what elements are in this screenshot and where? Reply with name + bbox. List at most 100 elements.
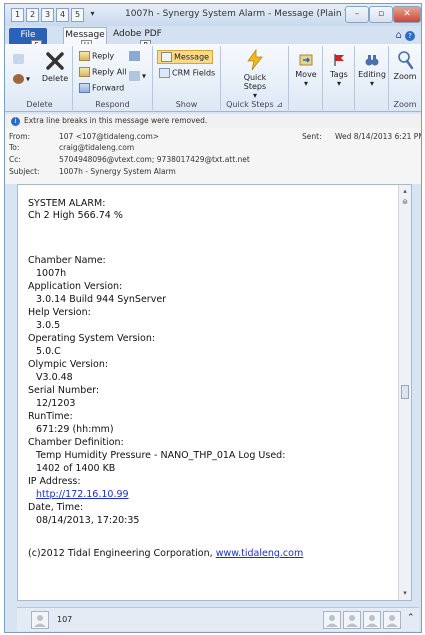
minimize-icon: –	[354, 9, 360, 19]
help-version-value: 3.0.5	[36, 320, 61, 331]
vertical-scrollbar[interactable]: ▴ ⊜ ▾	[398, 185, 411, 600]
meeting-button[interactable]	[129, 51, 142, 61]
qat-button-2[interactable]: 2	[26, 8, 39, 22]
move-icon	[299, 54, 313, 66]
cc-value[interactable]: 5704948096@vtext.com; 9738017429@txt.att…	[59, 155, 250, 164]
binoculars-icon	[365, 55, 379, 66]
ignore-icon	[13, 54, 24, 64]
tidaleng-link[interactable]: www.tidaleng.com	[216, 548, 304, 559]
runtime-value: 671:29 (hh:mm)	[36, 424, 114, 435]
alarm-value: Ch 2 High 566.74 %	[28, 210, 123, 221]
sender-avatar[interactable]	[31, 611, 49, 629]
help-icon[interactable]: ?	[405, 31, 415, 41]
recipient-avatar-1[interactable]	[323, 611, 341, 629]
olympic-version-label: Olympic Version:	[28, 359, 109, 370]
reply-all-icon	[79, 67, 90, 77]
people-pane: 107 ⌃	[17, 607, 419, 631]
recipient-avatar-4[interactable]	[383, 611, 401, 629]
close-button[interactable]: ✕	[393, 6, 421, 23]
from-label: From:	[9, 132, 31, 141]
outlook-message-window: 1 2 3 4 5 ▾ 1007h - Synergy System Alarm…	[4, 3, 422, 633]
chamber-name-label: Chamber Name:	[28, 255, 106, 266]
serial-number-value: 12/1203	[36, 398, 76, 409]
app-version-value: 3.0.14 Build 944 SynServer	[36, 294, 167, 305]
person-icon	[34, 615, 46, 627]
qat-button-1[interactable]: 1	[11, 8, 24, 22]
qat-customize-icon[interactable]: ▾	[86, 8, 99, 22]
junk-icon	[13, 74, 24, 84]
maximize-button[interactable]: ▫	[369, 6, 393, 23]
ip-address-link[interactable]: http://172.16.10.99	[36, 489, 129, 501]
editing-button[interactable]: Editing ▾	[357, 52, 387, 88]
recipient-avatar-2[interactable]	[343, 611, 361, 629]
message-body[interactable]: SYSTEM ALARM: Ch 2 High 566.74 % Chamber…	[17, 184, 412, 601]
ribbon: ▾ Delete Delete Reply Reply All Forward	[5, 44, 421, 112]
scroll-gauge-icon[interactable]: ⊜	[400, 197, 410, 207]
qat-button-3[interactable]: 3	[41, 8, 54, 22]
expand-people-pane-icon[interactable]: ⌃	[407, 613, 415, 623]
forward-button[interactable]: Forward	[79, 83, 124, 93]
more-respond-button[interactable]: ▾	[129, 71, 146, 81]
recipient-avatar-3[interactable]	[363, 611, 381, 629]
olympic-version-value: V3.0.48	[36, 372, 73, 383]
qat-button-5[interactable]: 5	[71, 8, 84, 22]
from-row: From: 107 <107@tidaleng.com>	[9, 132, 299, 142]
info-bar[interactable]: i Extra line breaks in this message were …	[5, 114, 421, 128]
reply-all-button[interactable]: Reply All	[79, 67, 127, 77]
os-version-label: Operating System Version:	[28, 333, 156, 344]
chamber-definition-label: Chamber Definition:	[28, 437, 124, 448]
subject-label: Subject:	[9, 167, 40, 176]
reply-button[interactable]: Reply	[79, 51, 114, 61]
people-name: 107	[57, 615, 73, 624]
dialog-launcher-icon[interactable]: ⊿	[276, 100, 283, 109]
scroll-up-icon[interactable]: ▴	[400, 186, 410, 196]
show-message-button[interactable]: Message	[157, 50, 214, 64]
subject-value: 1007h - Synergy System Alarm	[59, 167, 176, 176]
date-time-label: Date, Time:	[28, 502, 84, 513]
tags-button[interactable]: Tags ▾	[326, 52, 352, 88]
ip-address-label: IP Address:	[28, 476, 81, 487]
junk-button[interactable]: ▾	[13, 74, 30, 84]
to-label: To:	[9, 143, 20, 152]
minimize-ribbon-icon[interactable]: ⌂	[395, 30, 401, 41]
crm-icon	[159, 68, 170, 78]
info-icon: i	[11, 116, 20, 126]
zoom-button[interactable]: Zoom	[392, 50, 418, 81]
quick-steps-button[interactable]: Quick Steps ▾	[237, 48, 273, 100]
minimize-button[interactable]: –	[345, 6, 369, 23]
quick-steps-dropdown-icon: ▾	[252, 91, 257, 100]
window-title: 1007h - Synergy System Alarm - Message (…	[125, 9, 358, 19]
show-group-label: Show	[175, 100, 198, 109]
from-value[interactable]: 107 <107@tidaleng.com>	[59, 132, 159, 141]
delete-group-label: Delete	[26, 100, 53, 109]
qat-button-4[interactable]: 4	[56, 8, 69, 22]
respond-group: Reply Reply All Forward ▾ Respond	[73, 46, 153, 110]
tab-adobe-pdf[interactable]: Adobe PDF	[113, 29, 162, 39]
scroll-down-icon[interactable]: ▾	[400, 588, 410, 598]
scroll-thumb[interactable]	[401, 385, 409, 399]
delete-icon	[46, 52, 64, 70]
cc-label: Cc:	[9, 155, 21, 164]
flag-icon	[334, 54, 344, 66]
ignore-button[interactable]	[13, 54, 26, 64]
serial-number-label: Serial Number:	[28, 385, 100, 396]
to-value[interactable]: craig@tidaleng.com	[59, 143, 134, 152]
meeting-icon	[129, 51, 140, 61]
more-respond-icon	[129, 71, 140, 81]
person-icon	[366, 615, 378, 627]
magnifier-icon	[398, 51, 414, 70]
move-button[interactable]: Move ▾	[293, 52, 319, 88]
person-icon	[386, 615, 398, 627]
maximize-icon: ▫	[377, 9, 385, 19]
title-bar: 1 2 3 4 5 ▾ 1007h - Synergy System Alarm…	[5, 4, 421, 26]
delete-button[interactable]: Delete	[41, 50, 69, 83]
sent-value: Wed 8/14/2013 6:21 PM	[335, 132, 422, 141]
cc-row: Cc: 5704948096@vtext.com; 9738017429@txt…	[9, 155, 299, 165]
help-icon-group: ⌂ ?	[395, 30, 415, 41]
runtime-label: RunTime:	[28, 411, 73, 422]
respond-group-label: Respond	[95, 100, 130, 109]
os-version-value: 5.0.C	[36, 346, 61, 357]
person-icon	[326, 615, 338, 627]
crm-fields-button[interactable]: CRM Fields	[159, 68, 215, 78]
to-row: To: craig@tidaleng.com	[9, 143, 299, 153]
